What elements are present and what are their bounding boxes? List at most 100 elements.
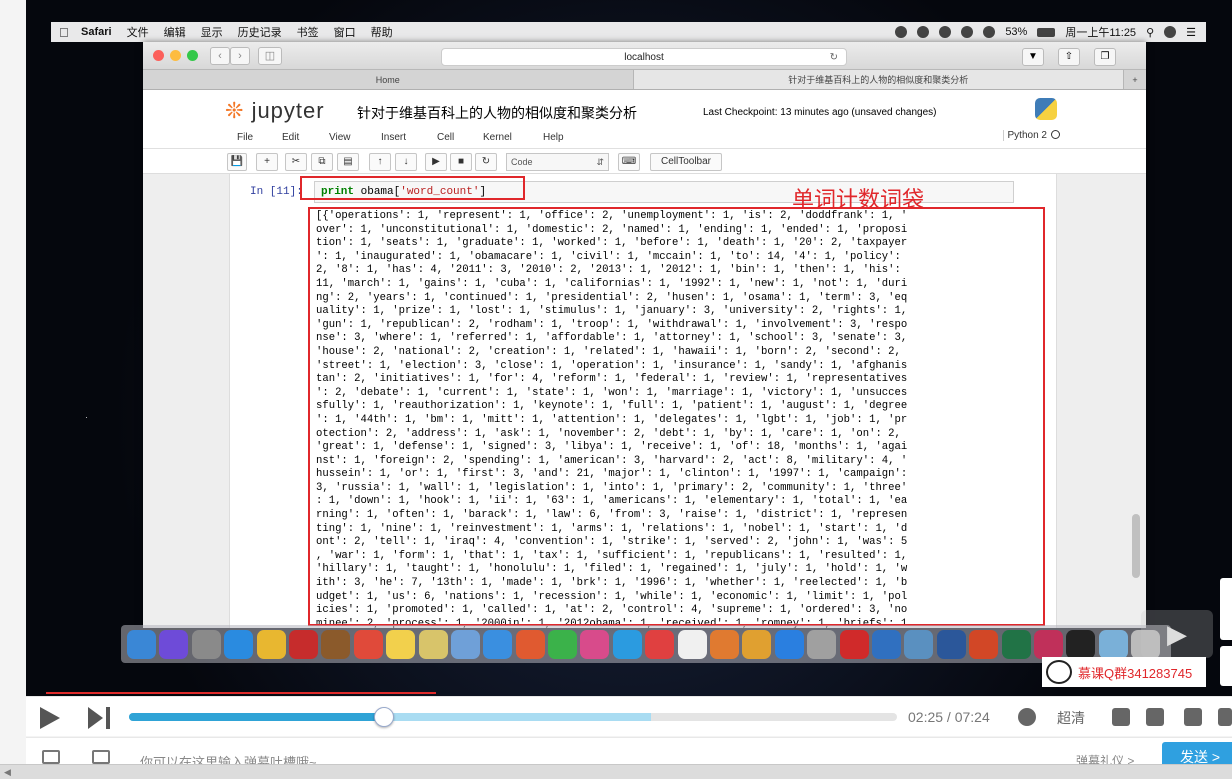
app-store-icon[interactable] <box>742 629 772 659</box>
scroll-left-icon[interactable]: ◀ <box>4 767 11 778</box>
sidebar-toggle-icon[interactable]: ◫ <box>258 46 282 65</box>
stickies-icon[interactable] <box>386 629 416 659</box>
facetime-icon[interactable] <box>450 629 480 659</box>
address-bar[interactable]: localhost ↻ <box>441 48 847 66</box>
jmenu-insert[interactable]: Insert <box>381 132 406 143</box>
menu-help[interactable]: 帮助 <box>371 24 393 40</box>
reload-icon[interactable]: ↻ <box>830 49 838 66</box>
insert-cell-icon[interactable]: + <box>256 153 278 171</box>
command-palette-icon[interactable]: ⌨ <box>618 153 640 171</box>
photo-booth-icon[interactable] <box>288 629 318 659</box>
apple-menu-icon[interactable]:  <box>59 25 81 40</box>
preview-icon[interactable] <box>418 629 448 659</box>
replay-icon[interactable]: ▶ <box>1141 610 1213 658</box>
restart-icon[interactable]: ↻ <box>475 153 497 171</box>
word-icon[interactable] <box>936 629 966 659</box>
photos-icon[interactable] <box>580 629 610 659</box>
close-window-button[interactable] <box>153 50 164 61</box>
quality-selector[interactable]: 超清 <box>1057 708 1085 728</box>
interrupt-icon[interactable]: ■ <box>450 153 472 171</box>
mascot-settings-icon[interactable] <box>1184 708 1202 726</box>
jmenu-edit[interactable]: Edit <box>282 132 299 143</box>
safari-icon[interactable] <box>224 629 254 659</box>
back-button[interactable]: ‹ <box>210 46 230 65</box>
notes-icon[interactable] <box>321 629 351 659</box>
notebook-scroll-thumb[interactable] <box>1132 514 1140 578</box>
notification-center-icon[interactable]: ☰ <box>1186 26 1196 39</box>
keynote-icon[interactable] <box>645 629 675 659</box>
menu-file[interactable]: 文件 <box>127 24 149 40</box>
move-up-icon[interactable]: ↑ <box>369 153 391 171</box>
minimize-window-button[interactable] <box>170 50 181 61</box>
forward-button[interactable]: › <box>230 46 250 65</box>
menu-window[interactable]: 窗口 <box>334 24 356 40</box>
horizontal-scrollbar[interactable]: ◀ <box>0 764 1232 779</box>
location-icon[interactable] <box>917 26 930 38</box>
system-prefs-icon[interactable] <box>774 629 804 659</box>
battery-icon[interactable] <box>1037 27 1056 37</box>
edge-icon[interactable] <box>871 629 901 659</box>
zoom-window-button[interactable] <box>187 50 198 61</box>
tab-home[interactable]: Home <box>143 70 634 89</box>
menu-history[interactable]: 历史记录 <box>238 24 282 40</box>
danmu-toggle-icon[interactable] <box>1146 708 1164 726</box>
move-down-icon[interactable]: ↓ <box>395 153 417 171</box>
record-icon[interactable] <box>895 26 908 38</box>
siri-icon[interactable] <box>159 629 189 659</box>
jmenu-cell[interactable]: Cell <box>437 132 454 143</box>
cut-icon[interactable]: ✂ <box>285 153 307 171</box>
launchpad-icon[interactable] <box>191 629 221 659</box>
spotlight-icon[interactable]: ⚲ <box>1146 26 1154 39</box>
tabs-overview-icon[interactable]: ❐ <box>1094 48 1116 66</box>
finder-icon[interactable] <box>127 629 156 659</box>
run-cell-icon[interactable]: ▶ <box>425 153 447 171</box>
volume-icon[interactable] <box>983 26 996 38</box>
numbers-icon[interactable] <box>612 629 642 659</box>
jupyter-logo[interactable]: ❊ jupyter <box>225 98 325 124</box>
paste-icon[interactable]: ▤ <box>337 153 359 171</box>
jmenu-view[interactable]: View <box>329 132 351 143</box>
tab-notebook[interactable]: 针对于维基百科上的人物的相似度和聚类分析 <box>633 70 1124 89</box>
facetime-video-icon[interactable] <box>548 629 578 659</box>
wifi-icon[interactable] <box>961 26 974 38</box>
notebook-title[interactable]: 针对于维基百科上的人物的相似度和聚类分析 <box>357 103 637 123</box>
menu-bookmarks[interactable]: 书签 <box>297 24 319 40</box>
messages-icon[interactable] <box>483 629 513 659</box>
fullscreen-icon[interactable] <box>1218 708 1232 726</box>
danmu-style-icon[interactable] <box>42 750 60 764</box>
progress-knob[interactable] <box>373 707 394 727</box>
excel-icon[interactable] <box>1001 629 1031 659</box>
chrome-canary-icon[interactable] <box>807 629 837 659</box>
siri-icon[interactable] <box>1164 26 1177 38</box>
downloads-icon[interactable]: ▼ <box>1022 48 1044 66</box>
save-icon[interactable]: 💾 <box>227 153 247 171</box>
new-tab-icon[interactable]: + <box>1124 70 1146 89</box>
calendar-icon[interactable] <box>353 629 383 659</box>
side-panel-tab-2[interactable] <box>1220 646 1232 686</box>
network-icon[interactable] <box>939 26 952 38</box>
volume-icon[interactable] <box>1018 708 1036 726</box>
copy-icon[interactable]: ⧉ <box>311 153 333 171</box>
pages-icon[interactable] <box>515 629 545 659</box>
jmenu-help[interactable]: Help <box>543 132 564 143</box>
ibooks-icon[interactable] <box>710 629 740 659</box>
menu-edit[interactable]: 编辑 <box>164 24 186 40</box>
downloads-folder-icon[interactable] <box>1098 629 1128 659</box>
jmenu-file[interactable]: File <box>237 132 253 143</box>
cell-type-select[interactable]: Code ⇵ <box>506 153 609 171</box>
itunes-icon[interactable] <box>677 629 707 659</box>
celltoolbar-button[interactable]: CellToolbar <box>650 153 722 171</box>
menu-app-name[interactable]: Safari <box>81 26 112 38</box>
xmind-icon[interactable] <box>1033 629 1063 659</box>
jmenu-kernel[interactable]: Kernel <box>483 132 512 143</box>
netease-music-icon[interactable] <box>839 629 869 659</box>
menubar-clock[interactable]: 周一上午11:25 <box>1065 24 1136 40</box>
progress-bar[interactable] <box>129 713 897 721</box>
side-panel-tab[interactable] <box>1220 578 1232 640</box>
image-capture-icon[interactable] <box>904 629 934 659</box>
terminal-icon[interactable] <box>1066 629 1096 659</box>
play-icon[interactable] <box>40 707 60 729</box>
chrome-icon[interactable] <box>256 629 286 659</box>
danmu-list-icon[interactable] <box>1112 708 1130 726</box>
danmu-setting-icon[interactable] <box>92 750 110 764</box>
